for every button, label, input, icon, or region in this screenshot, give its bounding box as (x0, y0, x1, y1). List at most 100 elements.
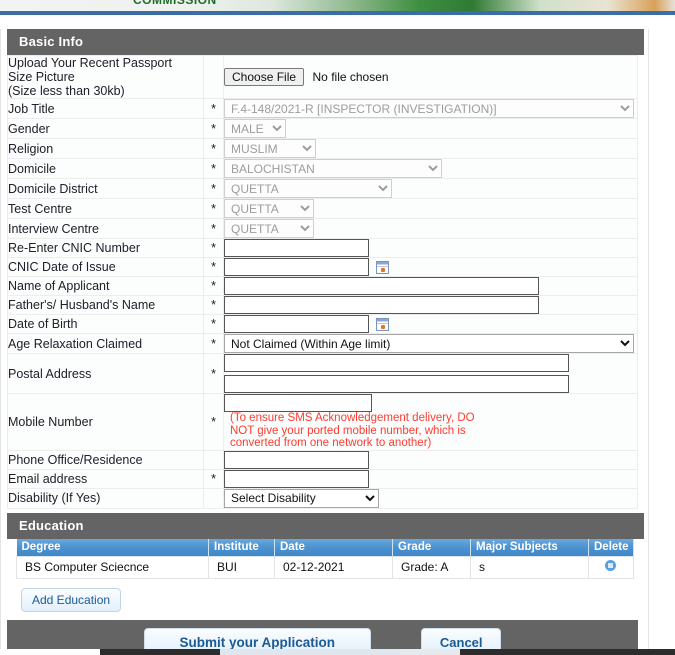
education-table: Degree Institute Date Grade Major Subjec… (16, 538, 634, 579)
label-dob: Date of Birth (7, 314, 204, 334)
row-interview-centre: Interview Centre * QUETTA (7, 218, 638, 239)
applicant-name-input[interactable] (224, 277, 539, 295)
column-delete: Delete (588, 538, 634, 556)
label-gender: Gender (7, 118, 204, 139)
row-job-title: Job Title * F.4-148/2021-R [INSPECTOR (I… (7, 98, 638, 119)
cnic-issue-input[interactable] (224, 258, 369, 276)
postal-address-line2-input[interactable] (224, 375, 569, 393)
required-phone (203, 449, 224, 470)
required-recnic: * (203, 238, 224, 258)
upload-label-line2: Size Picture (8, 70, 75, 84)
age-relaxation-select[interactable]: Not Claimed (Within Age limit) (224, 334, 634, 353)
field-mobile: (To ensure SMS Acknowledgement delivery,… (223, 393, 638, 451)
banner-spacer (0, 15, 675, 29)
required-upload (203, 55, 224, 99)
label-test-centre: Test Centre (7, 198, 204, 219)
upload-label-line1: Upload Your Recent Passport (8, 56, 172, 70)
taskbar-strip (0, 649, 675, 655)
cell-institute: BUI (208, 555, 275, 579)
required-father: * (203, 295, 224, 315)
field-upload-picture: Choose File No file chosen (223, 55, 638, 99)
mobile-warning-note: (To ensure SMS Acknowledgement delivery,… (230, 412, 475, 449)
job-title-select[interactable]: F.4-148/2021-R [INSPECTOR (INVESTIGATION… (224, 99, 634, 118)
label-domicile-district: Domicile District (7, 178, 204, 199)
field-dob (223, 314, 638, 334)
field-disability: Select Disability (223, 487, 638, 509)
email-input[interactable] (224, 469, 369, 488)
row-postal-address: Postal Address * (7, 353, 638, 394)
strip-segment-2 (100, 649, 220, 655)
field-interview-centre: QUETTA (223, 218, 638, 239)
label-age-relaxation: Age Relaxation Claimed (7, 333, 204, 354)
field-phone (223, 449, 638, 470)
banner-partial-title: COMMISSION (133, 0, 217, 7)
application-form-page: COMMISSION Basic Info Upload Your Recent… (0, 0, 675, 655)
field-gender: MALE (223, 118, 638, 139)
form-container: Basic Info Upload Your Recent Passport S… (0, 29, 649, 655)
row-dob: Date of Birth * (7, 314, 638, 334)
required-name: * (203, 276, 224, 296)
dob-input[interactable] (224, 315, 369, 333)
father-name-input[interactable] (224, 296, 539, 314)
cell-delete (588, 555, 634, 579)
calendar-icon[interactable] (376, 260, 390, 274)
label-religion: Religion (7, 138, 204, 159)
required-email: * (203, 468, 224, 489)
strip-segment-4 (400, 649, 460, 655)
field-domicile: BALOCHISTAN (223, 158, 638, 179)
gender-select[interactable]: MALE (224, 119, 286, 138)
required-age-relaxation: * (203, 333, 224, 354)
required-gender: * (203, 118, 224, 139)
recnic-input[interactable] (224, 239, 369, 257)
cell-degree: BS Computer Sciecnce (16, 555, 209, 579)
education-header-row: Degree Institute Date Grade Major Subjec… (16, 538, 634, 556)
required-domicile: * (203, 158, 224, 179)
domicile-district-select[interactable]: QUETTA (224, 179, 392, 198)
calendar-icon[interactable] (376, 317, 390, 331)
basic-info-table: Upload Your Recent Passport Size Picture… (7, 55, 638, 509)
required-disability (203, 487, 224, 509)
add-education-button[interactable]: Add Education (21, 587, 122, 612)
field-recnic (223, 238, 638, 258)
label-mobile: Mobile Number (7, 393, 204, 451)
field-name (223, 276, 638, 296)
required-job-title: * (203, 98, 224, 119)
cell-major-subjects: s (470, 555, 589, 579)
strip-segment-1 (0, 649, 100, 655)
row-cnic-issue: CNIC Date of Issue * (7, 257, 638, 277)
required-domicile-district: * (203, 178, 224, 199)
row-age-relaxation: Age Relaxation Claimed * Not Claimed (Wi… (7, 333, 638, 354)
label-email: Email address (7, 468, 204, 489)
label-domicile: Domicile (7, 158, 204, 179)
disability-select[interactable]: Select Disability (224, 488, 379, 508)
file-status-text: No file chosen (312, 70, 389, 84)
cell-date: 02-12-2021 (274, 555, 393, 579)
required-interview-centre: * (203, 218, 224, 239)
religion-select[interactable]: MUSLIM (224, 139, 316, 158)
cell-grade: Grade: A (392, 555, 471, 579)
basic-info-header: Basic Info (7, 29, 644, 55)
site-banner: COMMISSION (0, 0, 675, 11)
field-cnic-issue (223, 257, 638, 277)
domicile-select[interactable]: BALOCHISTAN (224, 159, 442, 178)
field-age-relaxation: Not Claimed (Within Age limit) (223, 333, 638, 354)
label-phone: Phone Office/Residence (7, 449, 204, 470)
row-upload-picture: Upload Your Recent Passport Size Picture… (7, 55, 638, 99)
row-gender: Gender * MALE (7, 118, 638, 139)
row-disability: Disability (If Yes) Select Disability (7, 487, 638, 509)
interview-centre-select[interactable]: QUETTA (224, 219, 314, 238)
phone-input[interactable] (224, 450, 369, 469)
postal-address-line1-input[interactable] (224, 354, 569, 372)
mobile-input[interactable] (224, 394, 372, 412)
required-postal-address: * (203, 353, 224, 394)
upload-label-line3: (Size less than 30kb) (8, 84, 125, 98)
column-major-subjects: Major Subjects (470, 538, 589, 556)
row-name: Name of Applicant * (7, 276, 638, 296)
label-job-title: Job Title (7, 98, 204, 119)
required-mobile: * (203, 393, 224, 451)
table-row: BS Computer Sciecnce BUI 02-12-2021 Grad… (16, 555, 634, 579)
choose-file-button[interactable]: Choose File (224, 68, 305, 86)
field-job-title: F.4-148/2021-R [INSPECTOR (INVESTIGATION… (223, 98, 638, 119)
delete-circle-icon[interactable] (605, 559, 616, 571)
test-centre-select[interactable]: QUETTA (224, 199, 314, 218)
